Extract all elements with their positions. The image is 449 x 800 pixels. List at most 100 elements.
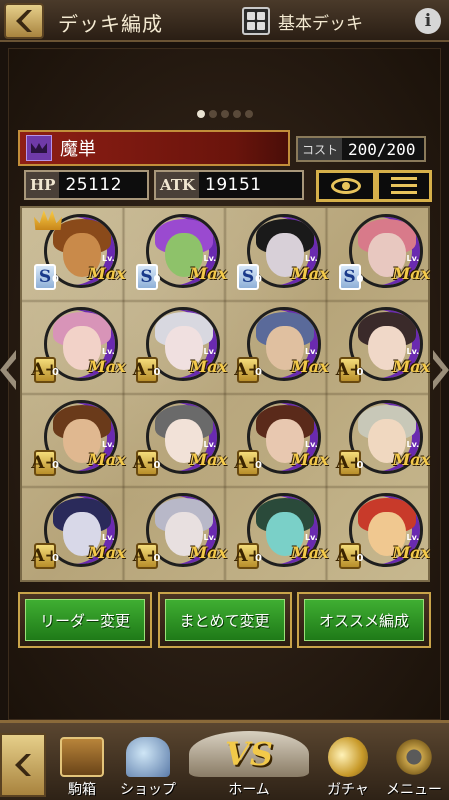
- recommended-build-button[interactable]: オススメ編成: [297, 592, 431, 648]
- cost-value: 200/200: [348, 139, 416, 159]
- deck-header: 魔単 コスト 200/200: [18, 130, 431, 166]
- rank-sub: 0: [255, 367, 262, 378]
- rank-sub: 0: [52, 553, 59, 564]
- rank-sub: 0: [153, 460, 161, 471]
- level-prefix: Lv.: [305, 440, 318, 449]
- bulk-change-label: まとめて変更: [164, 599, 285, 641]
- unit-card[interactable]: S 0 Lv. Max: [124, 208, 227, 301]
- level-value: Max: [392, 357, 431, 376]
- gear-icon: [393, 737, 435, 777]
- level-prefix: Lv.: [203, 440, 217, 449]
- page-title: デッキ編成: [58, 12, 163, 36]
- unit-card[interactable]: A+ 0 Lv. Max: [22, 487, 126, 580]
- level-prefix: Lv.: [102, 533, 115, 542]
- rank-sub: 0: [153, 274, 161, 285]
- rank-sub: 0: [52, 274, 59, 285]
- unit-card[interactable]: A+ 0 Lv. Max: [327, 394, 431, 487]
- level-prefix: Lv.: [305, 533, 318, 542]
- nav-gacha-label: ガチャ: [327, 782, 369, 798]
- menu-icon: [391, 177, 417, 195]
- page-indicator: [0, 110, 449, 118]
- nav-menu-label: メニュー: [386, 782, 442, 798]
- unit-card[interactable]: A+ 0 Lv. Max: [124, 487, 227, 580]
- cost-label: コスト: [298, 138, 343, 160]
- top-bar: デッキ編成 基本デッキ i: [0, 0, 449, 42]
- nav-home[interactable]: VS ホーム: [184, 727, 314, 800]
- nav-home-label: ホーム: [228, 782, 270, 798]
- level-value: Max: [88, 543, 126, 562]
- level-value: Max: [392, 543, 431, 562]
- unit-card[interactable]: A+ 0 Lv. Max: [22, 301, 126, 394]
- nav-box-label: 駒箱: [68, 782, 96, 798]
- unit-card[interactable]: A+ 0 Lv. Max: [22, 394, 126, 487]
- level-prefix: Lv.: [203, 254, 217, 263]
- party-banner[interactable]: 魔単: [18, 130, 290, 166]
- page-dot[interactable]: [220, 110, 229, 118]
- unit-card[interactable]: S 0 Lv. Max: [22, 208, 126, 301]
- level-prefix: Lv.: [406, 254, 420, 263]
- unit-card[interactable]: A+ 0 Lv. Max: [327, 301, 431, 394]
- unit-card[interactable]: A+ 0 Lv. Max: [225, 301, 329, 394]
- nav-shop-label: ショップ: [120, 782, 176, 798]
- level-prefix: Lv.: [203, 347, 217, 356]
- level-prefix: Lv.: [305, 347, 318, 356]
- level-value: Max: [291, 450, 329, 469]
- nav-back-button[interactable]: [0, 733, 46, 797]
- hp-stat: HP 25112: [24, 170, 149, 200]
- level-value: Max: [88, 357, 126, 376]
- leader-change-label: リーダー変更: [25, 599, 145, 641]
- level-value: Max: [392, 450, 431, 469]
- back-button[interactable]: [4, 3, 44, 39]
- level-value: Max: [189, 450, 228, 469]
- unit-card[interactable]: S 0 Lv. Max: [225, 208, 329, 301]
- level-prefix: Lv.: [203, 533, 217, 542]
- hp-label: HP: [26, 172, 60, 198]
- nav-box[interactable]: 駒箱: [50, 727, 114, 800]
- unit-card[interactable]: A+ 0 Lv. Max: [225, 394, 329, 487]
- leader-crown-icon: [34, 210, 62, 230]
- sort-menu-button[interactable]: [376, 170, 432, 202]
- recommended-build-label: オススメ編成: [304, 599, 424, 641]
- hp-value: 25112: [65, 175, 123, 195]
- level-value: Max: [88, 264, 126, 283]
- deck-grid-icon: [242, 7, 270, 35]
- page-dot[interactable]: [208, 110, 217, 118]
- rank-sub: 0: [153, 367, 161, 378]
- level-prefix: Lv.: [305, 254, 318, 263]
- potion-icon: [126, 737, 170, 777]
- atk-label: ATK: [156, 172, 200, 198]
- nav-gacha[interactable]: ガチャ: [318, 727, 378, 800]
- unit-card[interactable]: S 0 Lv. Max: [327, 208, 430, 301]
- chevron-left-icon: [16, 10, 32, 32]
- bulk-change-button[interactable]: まとめて変更: [157, 592, 292, 648]
- deck-selector[interactable]: 基本デッキ: [242, 4, 406, 38]
- level-prefix: Lv.: [102, 254, 115, 263]
- level-value: Max: [88, 450, 126, 469]
- unit-card[interactable]: A+ 0 Lv. Max: [124, 301, 227, 394]
- page-dot[interactable]: [232, 110, 241, 118]
- deck-name: 基本デッキ: [278, 13, 363, 34]
- rank-sub: 0: [153, 553, 161, 564]
- level-prefix: Lv.: [406, 533, 420, 542]
- party-name: 魔単: [60, 139, 96, 160]
- stats-row: HP 25112 ATK 19151: [24, 170, 432, 202]
- demon-attribute-icon: [26, 135, 52, 161]
- unit-card[interactable]: A+ 0 Lv. Max: [327, 487, 431, 580]
- nav-shop[interactable]: ショップ: [116, 727, 180, 800]
- rank-sub: 0: [255, 460, 262, 471]
- page-dot[interactable]: [244, 110, 253, 118]
- rank-sub: 0: [356, 367, 364, 378]
- level-value: Max: [291, 264, 329, 283]
- bottom-nav: 駒箱 ショップ VS ホーム ガチャ メニュー: [0, 720, 449, 800]
- page-dot[interactable]: [196, 110, 205, 118]
- eye-icon: [331, 178, 361, 194]
- nav-menu[interactable]: メニュー: [382, 727, 446, 800]
- rank-sub: 0: [255, 274, 262, 285]
- rank-sub: 0: [356, 460, 364, 471]
- unit-card[interactable]: A+ 0 Lv. Max: [124, 394, 228, 487]
- info-icon[interactable]: i: [415, 8, 441, 34]
- leader-change-button[interactable]: リーダー変更: [18, 592, 152, 648]
- level-value: Max: [291, 357, 329, 376]
- view-toggle-button[interactable]: [316, 170, 376, 202]
- unit-card[interactable]: A+ 0 Lv. Max: [225, 487, 329, 580]
